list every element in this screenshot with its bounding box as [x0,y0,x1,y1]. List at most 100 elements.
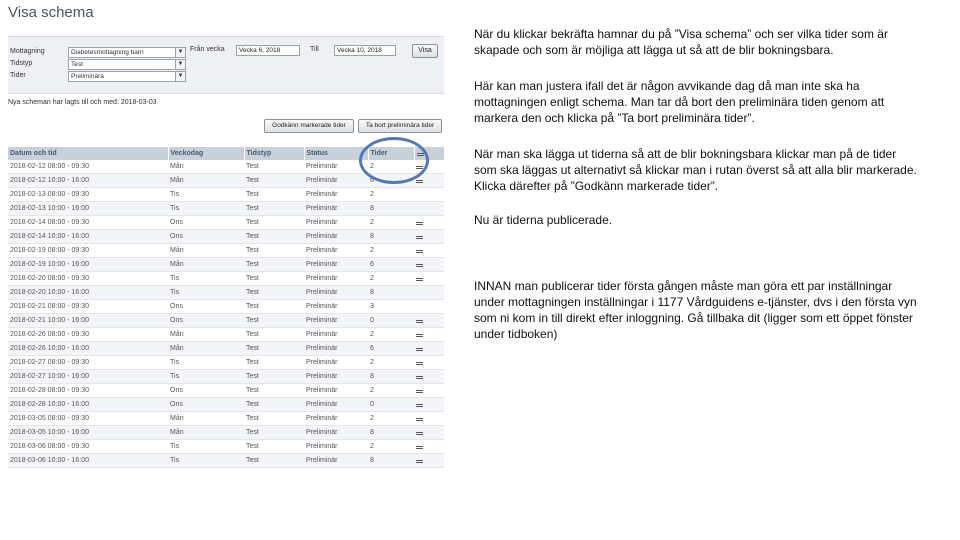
checkbox-icon[interactable] [416,417,423,421]
screenshot-panel: Visa schema Mottagning Diabetesmottagnin… [8,0,446,470]
table-row[interactable]: 2018-02-21 10:00 - 16:00 Ons Test Preliminä… [8,313,444,328]
checkbox-icon[interactable] [416,361,423,365]
table-row[interactable]: 2018-02-14 08:00 - 09:30 Ons Test Preliminä… [8,215,444,230]
row-checkbox[interactable] [414,285,444,300]
cell-veckodag: Tis [168,285,244,300]
row-checkbox[interactable] [414,411,444,426]
row-checkbox[interactable] [414,383,444,398]
cell-datum: 2018-02-27 08:00 - 09:30 [8,355,168,370]
table-row[interactable]: 2018-02-20 10:00 - 16:00 Tis Test Preliminä… [8,285,444,300]
row-checkbox[interactable] [414,215,444,230]
row-checkbox[interactable] [414,425,444,440]
cell-tidstyp: Test [244,355,304,370]
table-row[interactable]: 2018-02-26 10:00 - 16:00 Mån Test Preliminä… [8,341,444,356]
checkbox-icon[interactable] [416,445,423,449]
cell-veckodag: Ons [168,215,244,230]
chevron-down-icon[interactable]: ▼ [175,60,185,69]
chevron-down-icon[interactable]: ▼ [175,72,185,81]
cell-veckodag: Mån [168,341,244,356]
checkbox-icon[interactable] [416,249,423,253]
till-vecka-input[interactable]: Vecka 10, 2018 [334,45,396,56]
cell-tidstyp: Test [244,187,304,202]
instruction-paragraph-4: Nu är tiderna publicerade. [474,213,613,227]
table-row[interactable]: 2018-03-05 10:00 - 16:00 Mån Test Preliminä… [8,425,444,440]
col-header-datum[interactable]: Datum och tid [8,147,169,160]
row-checkbox[interactable] [414,201,444,216]
row-checkbox[interactable] [414,299,444,314]
col-header-tidstyp[interactable]: Tidstyp [244,147,305,160]
cell-veckodag: Mån [168,173,244,188]
row-checkbox[interactable] [414,243,444,258]
table-row[interactable]: 2018-02-13 08:00 - 09:30 Tis Test Preliminä… [8,187,444,202]
cell-veckodag: Tis [168,187,244,202]
approve-selected-button[interactable]: Godkänn markerade tider [264,119,354,133]
row-checkbox[interactable] [414,327,444,342]
row-checkbox[interactable] [414,439,444,454]
table-row[interactable]: 2018-03-06 10:00 - 16:00 Tis Test Preliminä… [8,453,444,468]
col-header-veckodag[interactable]: Veckodag [168,147,245,160]
checkbox-icon[interactable] [416,235,423,239]
tider-select[interactable]: Preliminära ▼ [68,71,186,82]
checkbox-icon[interactable] [416,403,423,407]
saved-schedule-note: Nya scheman har lagts till och med: 2018… [8,99,157,106]
cell-datum: 2018-02-19 10:00 - 16:00 [8,257,168,272]
checkbox-icon[interactable] [416,333,423,337]
table-row[interactable]: 2018-02-27 08:00 - 09:30 Tis Test Preliminä… [8,355,444,370]
table-row[interactable]: 2018-02-26 08:00 - 09:30 Mån Test Preliminä… [8,327,444,342]
cell-status: Preliminär [304,425,368,440]
row-checkbox[interactable] [414,397,444,412]
cell-veckodag: Tis [168,355,244,370]
checkbox-icon[interactable] [416,347,423,351]
fran-vecka-input[interactable]: Vecka 6, 2018 [236,45,300,56]
row-checkbox[interactable] [414,229,444,244]
cell-tider: 2 [368,243,414,258]
remove-preliminary-button[interactable]: Ta bort preliminära tider [358,119,442,133]
cell-veckodag: Mån [168,160,244,174]
table-row[interactable]: 2018-02-20 08:00 - 09:30 Tis Test Preliminä… [8,271,444,286]
page-title: Visa schema [8,4,94,21]
cell-tidstyp: Test [244,439,304,454]
table-row[interactable]: 2018-02-27 10:00 - 16:00 Tis Test Preliminä… [8,369,444,384]
checkbox-icon[interactable] [416,263,423,267]
row-checkbox[interactable] [414,313,444,328]
cell-status: Preliminär [304,243,368,258]
cell-veckodag: Mån [168,327,244,342]
tidstyp-select[interactable]: Test ▼ [68,59,186,70]
cell-datum: 2018-02-19 08:00 - 09:30 [8,243,168,258]
table-row[interactable]: 2018-02-13 10:00 - 16:00 Tis Test Preliminä… [8,201,444,216]
checkbox-icon[interactable] [416,459,423,463]
cell-datum: 2018-02-26 08:00 - 09:30 [8,327,168,342]
row-checkbox[interactable] [414,453,444,468]
mottagning-select[interactable]: Diabetesmottagning barn ▼ [68,47,186,58]
cell-status: Preliminär [304,285,368,300]
table-row[interactable]: 2018-02-21 08:00 - 09:30 Ons Test Preliminä… [8,299,444,314]
table-row[interactable]: 2018-02-19 10:00 - 16:00 Mån Test Preliminä… [8,257,444,272]
table-row[interactable]: 2018-02-28 10:00 - 16:00 Ons Test Preliminä… [8,397,444,412]
checkbox-icon[interactable] [416,277,423,281]
table-row[interactable]: 2018-03-06 08:00 - 09:30 Tis Test Preliminä… [8,439,444,454]
checkbox-icon[interactable] [416,179,423,183]
checkbox-icon[interactable] [416,221,423,225]
checkbox-icon[interactable] [416,431,423,435]
cell-tidstyp: Test [244,173,304,188]
chevron-down-icon[interactable]: ▼ [175,48,185,57]
cell-tidstyp: Test [244,160,304,174]
checkbox-icon[interactable] [416,319,423,323]
cell-status: Preliminär [304,257,368,272]
visa-button[interactable]: Visa [412,44,438,58]
table-row[interactable]: 2018-03-05 08:00 - 09:30 Mån Test Preliminä… [8,411,444,426]
checkbox-icon[interactable] [416,389,423,393]
row-checkbox[interactable] [414,355,444,370]
row-checkbox[interactable] [414,341,444,356]
row-checkbox[interactable] [414,257,444,272]
cell-status: Preliminär [304,215,368,230]
table-row[interactable]: 2018-02-28 08:00 - 09:30 Ons Test Preliminä… [8,383,444,398]
table-row[interactable]: 2018-02-14 10:00 - 16:00 Ons Test Preliminä… [8,229,444,244]
table-row[interactable]: 2018-02-19 08:00 - 09:30 Mån Test Preliminä… [8,243,444,258]
row-checkbox[interactable] [414,369,444,384]
row-checkbox[interactable] [414,271,444,286]
instruction-paragraph-2: Här kan man justera ifall det är någon a… [474,79,885,125]
checkbox-icon[interactable] [416,375,423,379]
row-checkbox[interactable] [414,187,444,202]
cell-status: Preliminär [304,341,368,356]
